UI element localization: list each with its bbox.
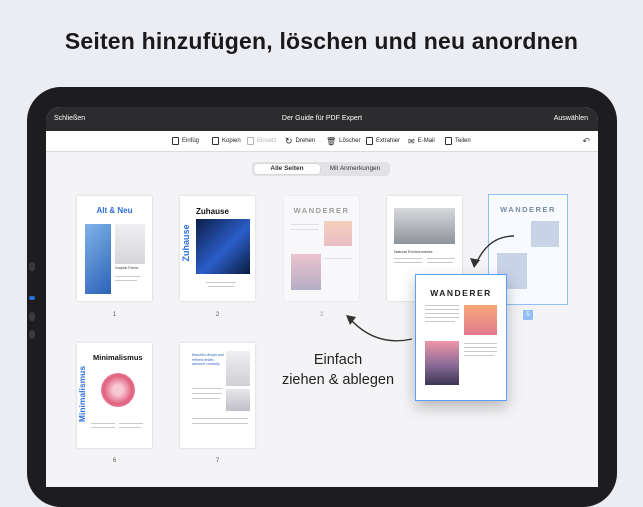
- drag-caption: Einfach ziehen & ablegen: [268, 350, 408, 390]
- paste-label: Einsetz: [257, 138, 277, 144]
- page-image: [226, 389, 250, 411]
- page-number: 7: [215, 458, 220, 464]
- volume-button: [29, 312, 35, 321]
- delete-label: Löscher: [339, 138, 361, 144]
- page-image: [85, 224, 111, 294]
- page-image: [115, 224, 145, 264]
- page-image: [226, 351, 250, 386]
- page-image: [531, 221, 559, 247]
- rotate-label: Drehen: [295, 138, 316, 144]
- mountain-image: [425, 341, 459, 385]
- copy-icon: [212, 137, 219, 145]
- segment-all-pages[interactable]: Alle Seiten: [254, 164, 320, 174]
- page-vertical-title: Minimalismus: [77, 365, 87, 423]
- curved-arrow-icon: [346, 315, 413, 342]
- curved-arrow-icon: [470, 235, 515, 268]
- extract-icon: [366, 137, 373, 145]
- page-title: WANDERER: [500, 205, 556, 214]
- share-label: Teilen: [455, 138, 471, 144]
- ipad-screen: Schließen Der Guide für PDF Expert Auswä…: [46, 107, 598, 487]
- page-thumbnail-1[interactable]: Alt & Neu Graphic Forms: [77, 196, 152, 301]
- segment-with-annotations[interactable]: Mit Anmerkungen: [322, 164, 388, 174]
- page-vertical-title: Zuhause: [181, 224, 191, 262]
- paste-button[interactable]: Einsetz: [247, 136, 277, 146]
- insert-page-icon: [172, 137, 179, 145]
- undo-icon[interactable]: ↶: [582, 136, 590, 147]
- trash-icon: 🗑: [326, 136, 337, 146]
- page-number: 2: [215, 312, 220, 318]
- select-button[interactable]: Auswählen: [554, 115, 588, 122]
- page-subtitle: Graphic Forms: [115, 266, 139, 270]
- page-image: [394, 208, 455, 244]
- rotate-icon: ↻: [285, 135, 293, 146]
- document-title: Der Guide für PDF Expert: [281, 115, 363, 122]
- paste-icon: [247, 137, 254, 145]
- delete-button[interactable]: 🗑 Löscher: [326, 136, 361, 146]
- share-icon: [445, 137, 452, 145]
- copy-label: Kopien: [222, 138, 241, 144]
- rotate-button[interactable]: ↻ Drehen: [285, 136, 315, 146]
- camera-indicator: [29, 296, 35, 300]
- page-thumbnail-3[interactable]: WANDERER: [284, 196, 359, 301]
- page-thumbnail-2[interactable]: Zuhause Zuhause: [180, 196, 255, 301]
- page-title: Zuhause: [196, 207, 229, 216]
- flower-image: [101, 373, 135, 407]
- insert-label: Einfüg: [182, 138, 200, 144]
- page-thumbnail-7[interactable]: Beautiful design and refined details adv…: [180, 343, 255, 448]
- extract-button[interactable]: Extrahier: [366, 136, 400, 146]
- caption-line-2: ziehen & ablegen: [281, 372, 395, 388]
- page-title: WANDERER: [293, 206, 350, 215]
- page-title: Alt & Neu: [96, 206, 133, 215]
- page-number: 1: [112, 312, 117, 318]
- filter-segmented-control: Alle Seiten Mit Anmerkungen: [252, 162, 390, 176]
- page-number-badge: 5: [523, 310, 533, 320]
- page-image: [324, 221, 352, 246]
- page-subtitle: Natural Environments: [394, 249, 433, 254]
- email-label: E-Mail: [417, 138, 435, 144]
- dragged-page[interactable]: WANDERER: [415, 274, 507, 401]
- page-quote: Beautiful design and refined details adv…: [192, 353, 224, 366]
- page-title: Minimalismus: [93, 353, 143, 362]
- headline: Seiten hinzufügen, löschen und neu anord…: [64, 28, 579, 54]
- copy-button[interactable]: Kopien: [212, 136, 241, 146]
- volume-button: [29, 262, 35, 271]
- volume-button: [29, 330, 35, 339]
- extract-label: Extrahier: [376, 138, 401, 144]
- mail-icon: ✉: [408, 136, 415, 146]
- caption-line-1: Einfach: [313, 352, 363, 368]
- page-toolbar: Einfüg Kopien Einsetz ↻ Drehen 🗑 Löscher…: [46, 131, 598, 152]
- share-button[interactable]: Teilen: [445, 136, 471, 146]
- page-number: 6: [112, 458, 117, 464]
- page-image: [291, 254, 321, 290]
- sunset-image: [464, 305, 497, 335]
- page-image: [196, 219, 250, 274]
- insert-button[interactable]: Einfüg: [172, 136, 199, 146]
- navigation-bar: Schließen Der Guide für PDF Expert Auswä…: [46, 107, 598, 131]
- email-button[interactable]: ✉ E-Mail: [408, 136, 435, 146]
- page-thumbnail-6[interactable]: Minimalismus Minimalismus: [77, 343, 152, 448]
- page-title: WANDERER: [430, 288, 492, 298]
